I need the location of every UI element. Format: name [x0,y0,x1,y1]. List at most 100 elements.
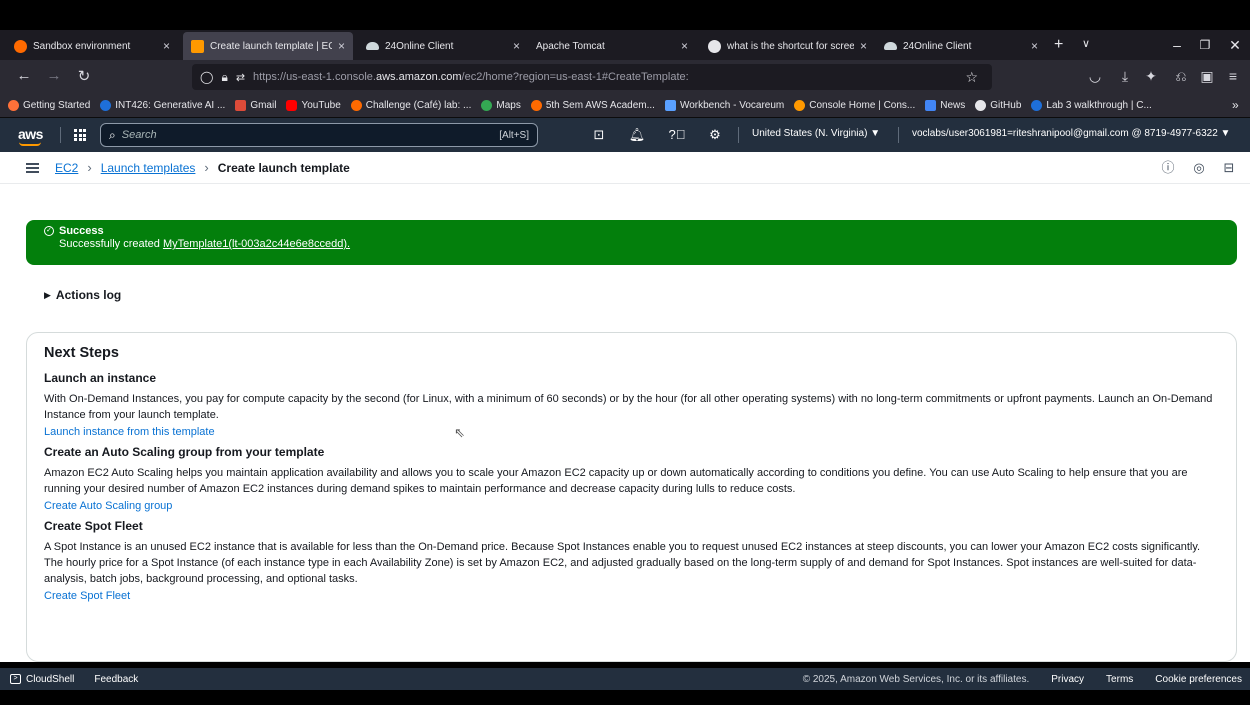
bookmark-item[interactable]: GitHub [975,100,1021,111]
close-tab-icon[interactable]: × [681,39,688,53]
browser-tab[interactable]: Sandbox environment × [6,32,178,60]
bookmark-label: Gmail [250,100,277,111]
section-title: Launch an instance [44,371,157,385]
sandbox-icon [350,100,362,111]
close-tab-icon[interactable]: × [513,39,520,53]
permissions-icon[interactable]: ⇄ [236,71,245,84]
services-grid-icon[interactable] [74,129,86,141]
close-tab-icon[interactable]: × [1031,39,1038,53]
bookmark-label: INT426: Generative AI ... [115,100,226,111]
close-window-icon[interactable]: ✕ [1216,30,1250,60]
cookie-preferences-link[interactable]: Cookie preferences [1155,674,1242,685]
bookmark-item[interactable]: Console Home | Cons... [794,100,915,111]
course-icon [100,100,112,111]
downloads-icon[interactable]: ⤓ [1116,68,1134,85]
extension-icon[interactable]: ✦ [1142,68,1160,85]
privacy-link[interactable]: Privacy [1051,674,1084,685]
search-placeholder: Search [121,129,157,141]
reload-icon[interactable]: ↻ [74,67,94,85]
sandbox-icon [530,100,542,111]
template-link[interactable]: MyTemplate1(lt-003a2c44e6e8ccedd). [163,238,350,250]
divider [60,127,61,143]
check-circle-icon: ✓ [44,226,54,236]
breadcrumb-ec2[interactable]: EC2 [55,161,78,175]
bookmark-item[interactable]: News [925,100,965,111]
launch-instance-link[interactable]: Launch instance from this template [44,426,1218,438]
new-tab-icon[interactable]: + [1054,36,1063,54]
bookmark-item[interactable]: Gmail [235,100,276,111]
terms-link[interactable]: Terms [1106,674,1133,685]
browser-tab[interactable]: Apache Tomcat × [528,32,696,60]
create-auto-scaling-group-link[interactable]: Create Auto Scaling group [44,500,1218,512]
bookmark-item[interactable]: Getting Started [8,100,90,111]
bookmark-item[interactable]: Workbench - Vocareum [664,100,784,111]
shield-icon[interactable]: ◯ [200,70,213,84]
browser-tab-strip: Sandbox environment × Create launch temp… [0,30,1250,60]
close-tab-icon[interactable]: × [163,39,170,53]
tab-label: Create launch template | EC2 [210,40,332,52]
notifications-icon[interactable]: ◎ [1191,160,1207,176]
bookmark-item[interactable]: Maps [481,100,521,111]
tab-label: 24Online Client [903,40,972,52]
browser-tab[interactable]: what is the shortcut for screen × [700,32,875,60]
bookmark-item[interactable]: Lab 3 walkthrough | C... [1031,100,1152,111]
chevron-right-icon: › [87,160,92,175]
lock-icon[interactable]: 🔒︎ [221,70,227,85]
gear-icon[interactable]: ⚙ [706,127,724,143]
menu-icon[interactable]: ≡ [1224,68,1242,84]
bookmark-item[interactable]: 5th Sem AWS Academ... [530,100,655,111]
auto-scaling-section: Create an Auto Scaling group from your t… [44,445,1218,512]
next-steps-heading: Next Steps [44,345,119,361]
tab-list-chevron-icon[interactable]: ∨ [1082,37,1090,50]
pocket-icon[interactable]: ◡ [1086,68,1104,85]
feedback-icon[interactable]: ⊟ [1221,160,1237,176]
section-body: Amazon EC2 Auto Scaling helps you mainta… [44,467,1188,495]
feedback-button[interactable]: Feedback [94,674,138,685]
flash-title: ✓ Success [44,225,1237,237]
browser-tab-active[interactable]: Create launch template | EC2 × [183,32,353,60]
bookmark-item[interactable]: INT426: Generative AI ... [100,100,225,111]
bookmark-label: Lab 3 walkthrough | C... [1046,100,1152,111]
bookmark-item[interactable]: YouTube [286,100,341,111]
more-bookmarks-icon[interactable]: » [1232,98,1239,112]
actions-log-label: Actions log [55,288,122,302]
forward-arrow-icon[interactable]: → [44,67,64,84]
hamburger-menu-icon[interactable] [26,162,39,173]
breadcrumb-current: Create launch template [217,160,350,175]
share-icon[interactable]: ⎌ [1172,68,1190,85]
reader-icon[interactable]: ▣ [1198,68,1216,85]
browser-tab[interactable]: 24Online Client × [358,32,528,60]
tab-label: 24Online Client [385,40,454,52]
account-menu[interactable]: voclabs/user3061981=riteshranipool@gmail… [912,128,1230,139]
url-bar[interactable]: ◯ 🔒︎ ⇄ https://us-east-1.console.aws.ama… [192,64,992,90]
search-shortcut: [Alt+S] [499,129,529,141]
bell-icon[interactable]: 🔔︎ [628,127,646,143]
tab-label: Sandbox environment [33,40,131,52]
cloudshell-icon[interactable]: ⊡ [590,127,608,143]
browser-tab[interactable]: 24Online Client × [876,32,1046,60]
cloud-tab-icon [884,42,897,50]
section-body: With On-Demand Instances, you pay for co… [44,393,1213,421]
bookmark-star-icon[interactable]: ☆ [965,69,978,86]
breadcrumb-launch-templates[interactable]: Launch templates [101,161,196,175]
vocareum-icon [664,100,676,111]
bookmark-label: Getting Started [23,100,91,111]
cloudshell-button[interactable]: > CloudShell [10,674,74,685]
back-arrow-icon[interactable]: ← [14,67,34,84]
bookmark-item[interactable]: Challenge (Café) lab: ... [350,100,472,111]
copyright-text: © 2025, Amazon Web Services, Inc. or its… [802,673,1030,685]
close-tab-icon[interactable]: × [338,39,345,53]
bookmark-label: Challenge (Café) lab: ... [365,100,472,111]
actions-log-toggle[interactable]: ▶ Actions log [44,288,121,302]
aws-logo[interactable]: aws [18,126,43,142]
help-icon[interactable]: ?⃝ [668,127,686,142]
region-selector[interactable]: United States (N. Virginia) ▼ [752,128,880,139]
maps-icon [481,100,493,111]
info-icon[interactable]: ⓘ [1160,160,1176,176]
url-text: https://us-east-1.console.aws.amazon.com… [253,71,689,83]
caret-right-icon: ▶ [44,289,51,300]
github-icon [975,100,987,111]
aws-search-input[interactable]: ⌕ Search [Alt+S] [100,123,538,147]
close-tab-icon[interactable]: × [860,39,867,53]
create-spot-fleet-link[interactable]: Create Spot Fleet [44,590,1218,602]
